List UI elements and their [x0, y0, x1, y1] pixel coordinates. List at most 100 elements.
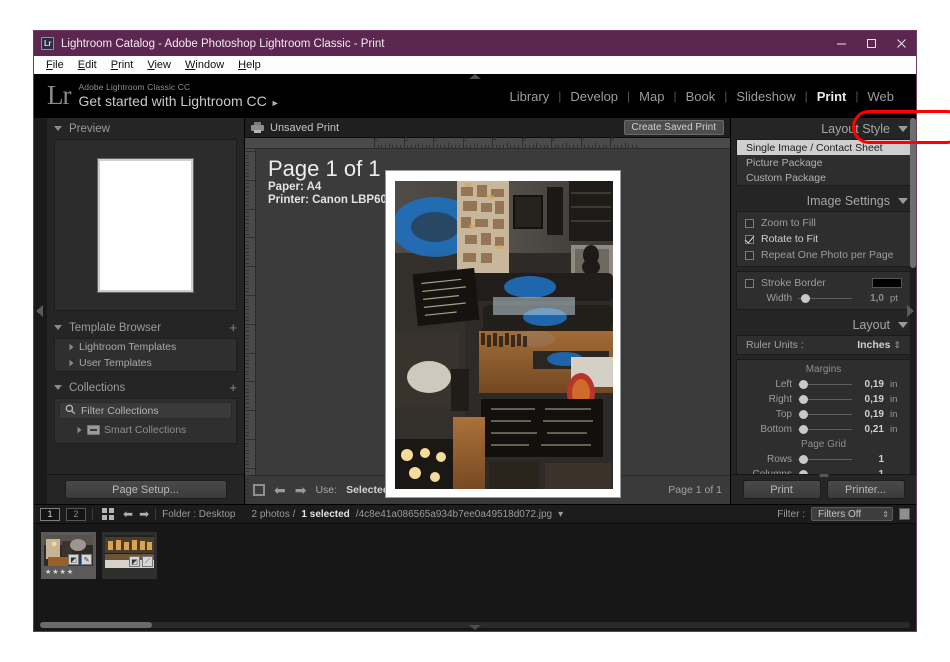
margin-left-label: Left — [775, 379, 792, 390]
panel-resize-grip[interactable] — [819, 474, 828, 477]
layout-style-option-picture-package[interactable]: Picture Package — [737, 155, 910, 170]
page-grid-rows-row[interactable]: Rows 1 — [737, 452, 910, 467]
collapse-filmstrip-arrow[interactable] — [469, 625, 481, 630]
margin-top-row[interactable]: Top 0,19 in — [737, 407, 910, 422]
margin-right-knob[interactable] — [799, 395, 809, 404]
filmstrip-panel-icon[interactable] — [899, 508, 910, 520]
margin-bottom-knob[interactable] — [799, 425, 809, 434]
collections-header[interactable]: Collections + — [47, 377, 244, 398]
develop-badge-icon[interactable]: ⟋ — [142, 556, 153, 567]
ruler-units-value[interactable]: Inches — [857, 339, 890, 351]
margin-top-knob[interactable] — [799, 410, 809, 419]
layout-style-option-single-image[interactable]: Single Image / Contact Sheet — [737, 140, 910, 155]
zoom-to-fill-checkbox[interactable] — [745, 218, 754, 228]
create-saved-print-button[interactable]: Create Saved Print — [623, 120, 724, 135]
filter-collections-input[interactable]: Filter Collections — [59, 402, 232, 419]
collapse-top-panel-arrow[interactable] — [469, 74, 481, 79]
grid-view-icon[interactable] — [102, 508, 114, 520]
margin-right-row[interactable]: Right 0,19 in — [737, 392, 910, 407]
screen-mode-button-2[interactable]: 2 — [66, 507, 86, 521]
develop-badge-icon[interactable]: ✎ — [81, 554, 92, 565]
checkbox-row-rotate-to-fit[interactable]: Rotate to Fit — [737, 231, 910, 247]
menu-window[interactable]: Window — [178, 58, 231, 72]
module-map[interactable]: Map — [630, 89, 673, 104]
page-setup-button[interactable]: Page Setup... — [64, 480, 227, 499]
repeat-one-photo-checkbox[interactable] — [745, 250, 754, 260]
stroke-border-color-swatch[interactable] — [872, 278, 902, 288]
print-page-sheet[interactable] — [385, 170, 621, 498]
preview-section-header[interactable]: Preview — [47, 118, 244, 139]
thumbnail-rating-1[interactable]: ★★★★ — [45, 568, 74, 576]
source-label[interactable]: Folder : Desktop — [162, 509, 235, 520]
left-panel-edge[interactable] — [34, 118, 47, 504]
rows-track[interactable] — [798, 455, 852, 464]
add-collection-icon[interactable]: + — [229, 381, 237, 394]
checkbox-row-repeat-one-photo[interactable]: Repeat One Photo per Page — [737, 247, 910, 263]
crop-badge-icon[interactable]: ◩ — [129, 556, 140, 567]
filmstrip-thumb-2[interactable]: ◩ ⟋ — [102, 532, 157, 579]
layout-style-header[interactable]: Layout Style — [731, 118, 916, 139]
module-web[interactable]: Web — [859, 89, 904, 104]
previous-page-arrow-icon[interactable]: ⬅ — [274, 482, 286, 499]
crop-badge-icon[interactable]: ◩ — [68, 554, 79, 565]
module-print[interactable]: Print — [808, 89, 856, 104]
margin-left-row[interactable]: Left 0,19 in — [737, 377, 910, 392]
menu-print[interactable]: Print — [104, 58, 141, 72]
next-page-arrow-icon[interactable]: ➡ — [295, 482, 307, 499]
module-develop[interactable]: Develop — [561, 89, 627, 104]
ruler-units-row[interactable]: Ruler Units : Inches ⇕ — [737, 336, 910, 354]
margin-left-knob[interactable] — [799, 380, 809, 389]
template-item-lightroom-templates[interactable]: Lightroom Templates — [55, 339, 236, 355]
right-panel-collapse-arrow[interactable] — [907, 305, 914, 317]
checkbox-row-stroke-border[interactable]: Stroke Border — [737, 275, 910, 291]
toolbar-square-toggle-icon[interactable] — [253, 484, 265, 496]
margin-left-track[interactable] — [798, 380, 852, 389]
module-book[interactable]: Book — [677, 89, 725, 104]
photo-cell[interactable] — [395, 181, 613, 489]
layout-style-option-custom-package[interactable]: Custom Package — [737, 170, 910, 185]
margin-top-track[interactable] — [798, 410, 852, 419]
print-button[interactable]: Print — [742, 480, 821, 499]
stroke-width-slider-row[interactable]: Width 1,0 pt — [737, 291, 910, 306]
template-browser-header[interactable]: Template Browser + — [47, 317, 244, 338]
identity-title[interactable]: Get started with Lightroom CC ► — [78, 93, 279, 109]
module-library[interactable]: Library — [500, 89, 558, 104]
stroke-border-checkbox[interactable] — [745, 278, 754, 288]
filter-select[interactable]: Filters Off ⇕ — [811, 507, 893, 521]
go-forward-arrow-icon[interactable]: ➡ — [139, 507, 149, 521]
add-template-icon[interactable]: + — [229, 321, 237, 334]
rotate-to-fit-checkbox[interactable] — [745, 234, 754, 244]
module-slideshow[interactable]: Slideshow — [727, 89, 804, 104]
checkbox-row-zoom-to-fill[interactable]: Zoom to Fill — [737, 215, 910, 231]
margin-bottom-track[interactable] — [798, 425, 852, 434]
maximize-icon[interactable] — [856, 31, 886, 56]
page-preview[interactable] — [54, 139, 237, 311]
printer-settings-button[interactable]: Printer... — [826, 480, 905, 499]
screen-mode-button-1[interactable]: 1 — [40, 507, 60, 521]
right-panel-scroll-thumb[interactable] — [910, 118, 916, 268]
menu-help[interactable]: Help — [231, 58, 268, 72]
ruler-units-stepper-icon[interactable]: ⇕ — [893, 340, 901, 351]
template-item-user-templates[interactable]: User Templates — [55, 355, 236, 371]
ruler-tick — [377, 145, 379, 148]
layout-header[interactable]: Layout — [731, 314, 916, 335]
rows-knob[interactable] — [799, 455, 809, 464]
filename-dropdown-caret-icon[interactable]: ▾ — [558, 509, 563, 520]
stroke-width-track[interactable] — [798, 294, 852, 303]
go-back-arrow-icon[interactable]: ⬅ — [123, 507, 133, 521]
margin-bottom-row[interactable]: Bottom 0,21 in — [737, 422, 910, 437]
close-icon[interactable] — [886, 31, 916, 56]
menu-edit[interactable]: Edit — [71, 58, 104, 72]
image-settings-header[interactable]: Image Settings — [731, 190, 916, 211]
filmstrip-thumb-1[interactable]: ◩ ✎ ★★★★ — [41, 532, 96, 579]
left-panel-collapse-arrow[interactable] — [36, 305, 43, 317]
print-canvas[interactable]: Page 1 of 1 Paper: A4 Printer: Canon LBP… — [256, 149, 730, 498]
stroke-width-knob[interactable] — [801, 294, 811, 303]
menu-file[interactable]: File — [39, 58, 71, 72]
collection-item-smart-collections[interactable]: Smart Collections — [55, 422, 236, 438]
right-panel-scrollbar[interactable] — [910, 118, 916, 474]
margin-right-track[interactable] — [798, 395, 852, 404]
page-grid-columns-row[interactable]: Columns 1 — [737, 467, 910, 474]
menu-view[interactable]: View — [140, 58, 178, 72]
minimize-icon[interactable] — [826, 31, 856, 56]
